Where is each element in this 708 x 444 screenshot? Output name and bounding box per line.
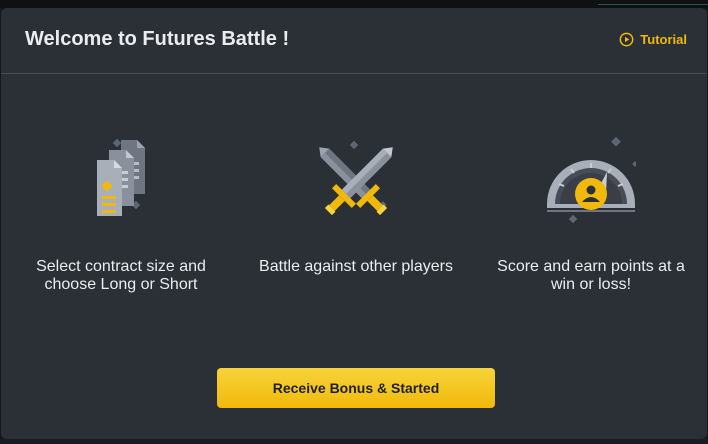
receive-bonus-button[interactable]: Receive Bonus & Started: [217, 368, 495, 408]
tutorial-label: Tutorial: [640, 32, 687, 47]
modal-header: Welcome to Futures Battle ! Tutorial: [1, 8, 707, 74]
page-backdrop: Welcome to Futures Battle ! Tutorial Sel…: [0, 0, 708, 444]
welcome-modal: Welcome to Futures Battle ! Tutorial Sel…: [1, 8, 707, 439]
play-circle-icon: [619, 32, 634, 47]
crossed-swords-icon: [319, 140, 393, 216]
feature-score: Score and earn points at a win or loss!: [486, 136, 696, 294]
tutorial-link[interactable]: Tutorial: [619, 32, 687, 47]
score-gauge-icon: [547, 136, 636, 224]
feature-select-contract: Select contract size and choose Long or …: [16, 136, 226, 294]
background-app-strip: [0, 0, 708, 8]
feature-text: Select contract size and choose Long or …: [36, 258, 206, 293]
feature-battle: Battle against other players: [251, 136, 461, 276]
contract-documents-icon: [97, 138, 145, 216]
feature-text: Score and earn points at a win or loss!: [497, 258, 685, 293]
background-price-line: [598, 4, 708, 5]
modal-title: Welcome to Futures Battle !: [25, 28, 290, 50]
background-footer-strip: [0, 439, 708, 444]
feature-text: Battle against other players: [259, 258, 453, 275]
